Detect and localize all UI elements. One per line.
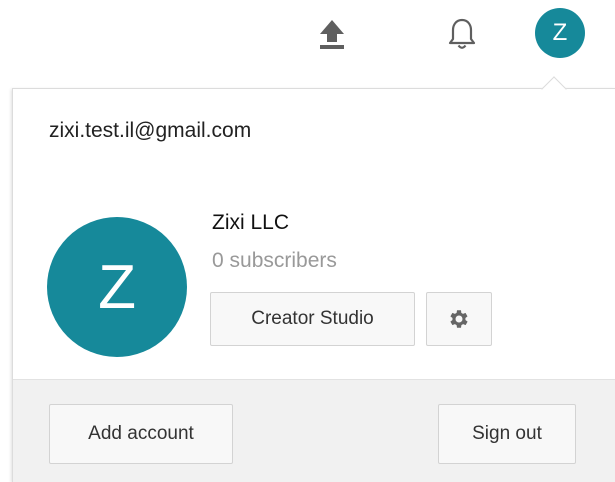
account-avatar-button[interactable]: Z: [535, 8, 585, 58]
add-account-label: Add account: [88, 423, 194, 444]
creator-studio-button[interactable]: Creator Studio: [210, 292, 415, 346]
bell-icon: [448, 18, 476, 49]
gear-icon: [450, 310, 468, 328]
sign-out-button[interactable]: Sign out: [438, 404, 576, 464]
settings-button[interactable]: [426, 292, 492, 346]
avatar-letter: Z: [552, 19, 568, 46]
add-account-button[interactable]: Add account: [49, 404, 233, 464]
top-header: Z: [0, 0, 615, 88]
channel-avatar-letter: Z: [98, 252, 136, 322]
upload-icon: [320, 20, 344, 49]
account-dropdown: zixi.test.il@gmail.com Z Zixi LLC 0 subs…: [12, 88, 615, 482]
creator-studio-label: Creator Studio: [251, 308, 374, 329]
subscriber-count: 0 subscribers: [212, 249, 337, 272]
channel-name: Zixi LLC: [212, 211, 290, 234]
channel-avatar: Z: [47, 217, 187, 357]
upload-button[interactable]: [310, 14, 354, 54]
sign-out-label: Sign out: [472, 423, 542, 444]
notifications-button[interactable]: [440, 12, 484, 56]
account-email: zixi.test.il@gmail.com: [49, 119, 252, 142]
dropdown-footer: Add account Sign out: [13, 379, 615, 482]
